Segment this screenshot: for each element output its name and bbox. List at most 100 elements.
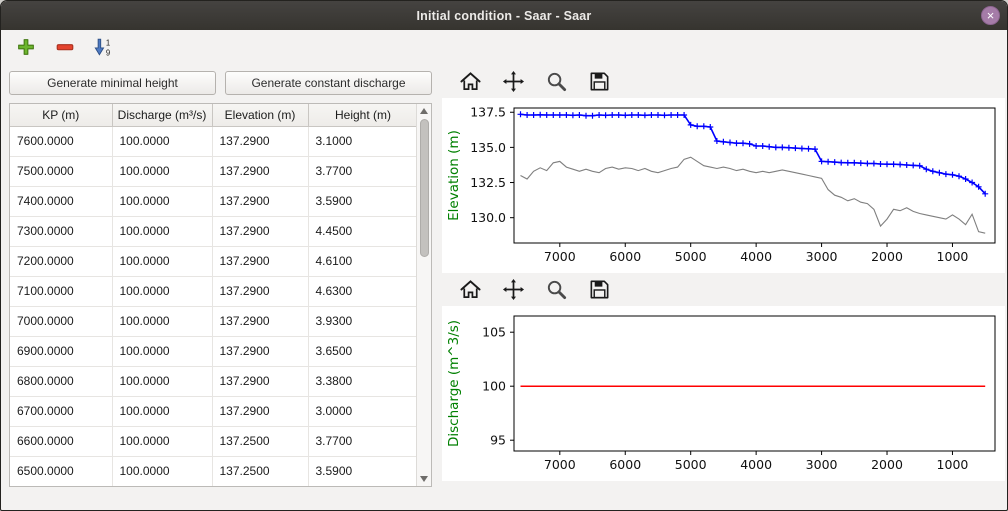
table-cell[interactable]: 4.4500 — [308, 216, 418, 246]
elevation-zoom-button[interactable] — [544, 69, 569, 94]
y-tick-label: 130.0 — [470, 210, 506, 225]
table-cell[interactable]: 3.6500 — [308, 336, 418, 366]
column-header[interactable]: Discharge (m³/s) — [112, 104, 212, 126]
home-icon — [459, 70, 482, 93]
discharge-home-button[interactable] — [458, 277, 483, 302]
elevation-plot-toolbar — [442, 65, 1005, 98]
table-row[interactable]: 7500.0000100.0000137.29003.7700 — [10, 156, 418, 186]
table-cell[interactable]: 7500.0000 — [10, 156, 112, 186]
table-cell[interactable]: 6700.0000 — [10, 396, 112, 426]
data-table[interactable]: KP (m)Discharge (m³/s)Elevation (m)Heigh… — [10, 104, 419, 487]
table-cell[interactable]: 100.0000 — [112, 276, 212, 306]
table-row[interactable]: 7600.0000100.0000137.29003.1000 — [10, 126, 418, 156]
table-cell[interactable]: 7100.0000 — [10, 276, 112, 306]
table-scrollbar[interactable] — [416, 104, 431, 486]
table-cell[interactable]: 137.2500 — [212, 426, 308, 456]
scroll-down-icon[interactable] — [420, 476, 428, 482]
table-cell[interactable]: 100.0000 — [112, 246, 212, 276]
pan-icon — [502, 70, 525, 93]
x-tick-label: 5000 — [675, 457, 707, 472]
scroll-up-icon[interactable] — [420, 108, 428, 114]
elevation-plot-canvas[interactable]: 7000600050004000300020001000130.0132.513… — [442, 98, 1005, 273]
table-cell[interactable]: 137.2900 — [212, 276, 308, 306]
table-cell[interactable]: 3.0000 — [308, 396, 418, 426]
table-cell[interactable]: 3.7700 — [308, 156, 418, 186]
table-cell[interactable]: 137.2900 — [212, 366, 308, 396]
table-row[interactable]: 7200.0000100.0000137.29004.6100 — [10, 246, 418, 276]
table-cell[interactable]: 7000.0000 — [10, 306, 112, 336]
table-cell[interactable]: 137.2900 — [212, 126, 308, 156]
titlebar[interactable]: Initial condition - Saar - Saar × — [1, 1, 1007, 30]
sort-digit-bottom: 9 — [106, 49, 110, 58]
table-cell[interactable]: 6900.0000 — [10, 336, 112, 366]
elevation-pan-button[interactable] — [501, 69, 526, 94]
table-cell[interactable]: 137.2900 — [212, 396, 308, 426]
table-cell[interactable]: 137.2900 — [212, 336, 308, 366]
table-cell[interactable]: 6600.0000 — [10, 426, 112, 456]
table-cell[interactable]: 137.2900 — [212, 216, 308, 246]
elevation-home-button[interactable] — [458, 69, 483, 94]
table-cell[interactable]: 137.2900 — [212, 246, 308, 276]
table-row[interactable]: 7400.0000100.0000137.29003.5900 — [10, 186, 418, 216]
table-cell[interactable]: 6800.0000 — [10, 366, 112, 396]
table-row[interactable]: 7300.0000100.0000137.29004.4500 — [10, 216, 418, 246]
table-cell[interactable]: 137.2900 — [212, 306, 308, 336]
table-cell[interactable]: 3.9300 — [308, 306, 418, 336]
table-cell[interactable]: 100.0000 — [112, 396, 212, 426]
table-cell[interactable]: 7200.0000 — [10, 246, 112, 276]
sort-descending-icon: 1 9 — [93, 36, 115, 58]
table-cell[interactable]: 3.5900 — [308, 456, 418, 486]
table-cell[interactable]: 6500.0000 — [10, 456, 112, 486]
discharge-zoom-button[interactable] — [544, 277, 569, 302]
left-panel: Generate minimal height Generate constan… — [1, 64, 438, 510]
y-tick-label: 132.5 — [470, 175, 506, 190]
table-row[interactable]: 6700.0000100.0000137.29003.0000 — [10, 396, 418, 426]
table-cell[interactable]: 100.0000 — [112, 126, 212, 156]
add-row-button[interactable] — [13, 34, 39, 60]
table-cell[interactable]: 137.2900 — [212, 186, 308, 216]
table-row[interactable]: 6900.0000100.0000137.29003.6500 — [10, 336, 418, 366]
table-cell[interactable]: 7600.0000 — [10, 126, 112, 156]
table-cell[interactable]: 4.6300 — [308, 276, 418, 306]
column-header[interactable]: Height (m) — [308, 104, 418, 126]
remove-row-button[interactable] — [52, 34, 78, 60]
table-row[interactable]: 6500.0000100.0000137.25003.5900 — [10, 456, 418, 486]
x-tick-label: 1000 — [937, 457, 969, 472]
pan-icon — [502, 278, 525, 301]
table-cell[interactable]: 100.0000 — [112, 366, 212, 396]
table-cell[interactable]: 7400.0000 — [10, 186, 112, 216]
table-cell[interactable]: 100.0000 — [112, 336, 212, 366]
table-cell[interactable]: 3.7700 — [308, 426, 418, 456]
table-cell[interactable]: 100.0000 — [112, 456, 212, 486]
table-cell[interactable]: 3.1000 — [308, 126, 418, 156]
column-header[interactable]: KP (m) — [10, 104, 112, 126]
table-row[interactable]: 6800.0000100.0000137.29003.3800 — [10, 366, 418, 396]
table-cell[interactable]: 100.0000 — [112, 426, 212, 456]
discharge-save-button[interactable] — [587, 277, 612, 302]
sort-button[interactable]: 1 9 — [91, 34, 117, 60]
table-row[interactable]: 7100.0000100.0000137.29004.6300 — [10, 276, 418, 306]
table-cell[interactable]: 100.0000 — [112, 186, 212, 216]
table-cell[interactable]: 100.0000 — [112, 306, 212, 336]
table-cell[interactable]: 3.5900 — [308, 186, 418, 216]
water-surface-elevation-markers — [518, 111, 989, 197]
table-cell[interactable]: 3.3800 — [308, 366, 418, 396]
table-cell[interactable]: 137.2500 — [212, 456, 308, 486]
table-row[interactable]: 6600.0000100.0000137.25003.7700 — [10, 426, 418, 456]
table-cell[interactable]: 100.0000 — [112, 156, 212, 186]
elevation-save-button[interactable] — [587, 69, 612, 94]
close-button[interactable]: × — [981, 6, 1000, 25]
discharge-plot-canvas[interactable]: 700060005000400030002000100095100105Disc… — [442, 306, 1005, 481]
axes-frame — [514, 316, 995, 451]
table-cell[interactable]: 7300.0000 — [10, 216, 112, 246]
column-header[interactable]: Elevation (m) — [212, 104, 308, 126]
generate-button-row: Generate minimal height Generate constan… — [9, 71, 432, 95]
scrollbar-thumb[interactable] — [420, 119, 429, 257]
generate-minimal-height-button[interactable]: Generate minimal height — [9, 71, 216, 95]
table-cell[interactable]: 137.2900 — [212, 156, 308, 186]
table-cell[interactable]: 4.6100 — [308, 246, 418, 276]
discharge-pan-button[interactable] — [501, 277, 526, 302]
table-cell[interactable]: 100.0000 — [112, 216, 212, 246]
generate-constant-discharge-button[interactable]: Generate constant discharge — [225, 71, 432, 95]
table-row[interactable]: 7000.0000100.0000137.29003.9300 — [10, 306, 418, 336]
